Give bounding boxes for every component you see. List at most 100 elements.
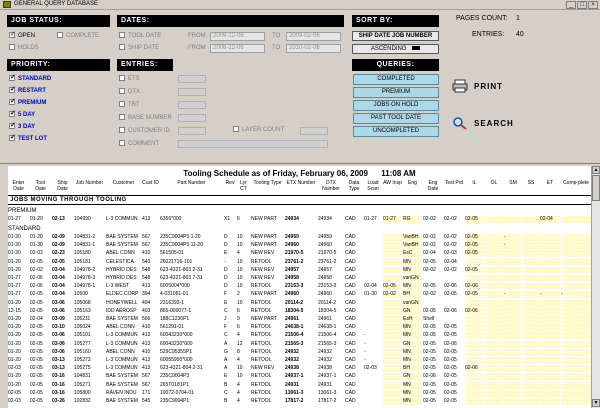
base-number-input[interactable] <box>178 114 206 122</box>
entry-dtx-checkbox[interactable]: DTX <box>119 88 140 97</box>
query-uncompleted-button[interactable]: UNCOMPLETED <box>353 126 439 137</box>
table-cell: 23761-2 <box>318 258 337 265</box>
tool-date-to-label: TO <box>272 33 281 39</box>
table-row[interactable]: 01-20 02-03 02-23 105180 ABEL CONN 410 561505-… <box>8 250 591 258</box>
table-cell <box>504 389 522 397</box>
table-cell: MN <box>403 283 422 291</box>
table-cell: 02-05 <box>423 307 436 314</box>
table-cell: 02-05 <box>30 291 43 298</box>
table-row[interactable]: 01-20 02-05 03-06 105277 L-3 COMMUN 413 600432… <box>8 340 591 348</box>
table-row[interactable]: 01-27 02-05 03-04 10500 ELDEC CORP 394 4-03106… <box>8 291 591 299</box>
table-cell: G <box>224 348 228 355</box>
minimize-button[interactable]: _ <box>566 1 576 9</box>
sort-field-button[interactable]: SHIP DATE JOB NUMBER <box>352 31 439 41</box>
print-button[interactable]: PRINT <box>452 79 512 95</box>
scroll-down-icon[interactable]: ▼ <box>592 399 600 407</box>
table-cell: 60043230*000 <box>160 340 193 347</box>
table-cell: 02-05 <box>444 398 457 404</box>
query-jobs-on-hold-button[interactable]: JOBS ON HOLD <box>353 100 439 111</box>
priority-testlot-checkbox[interactable]: TEST LOT <box>9 133 47 144</box>
entry-ets-checkbox[interactable]: ETS <box>119 75 140 84</box>
table-row[interactable]: 01-20 02-05 02-05 105181 CELESTICA 543 2602171… <box>8 258 591 266</box>
table-cell: C <box>224 332 228 339</box>
table-cell: 104990 <box>74 216 91 222</box>
table-row[interactable]: 02-05 02-05 03-16 105800 RAVEN INDU 171 10072-… <box>8 389 591 397</box>
scroll-up-icon[interactable]: ▲ <box>592 166 600 174</box>
trt-input[interactable] <box>178 101 206 109</box>
job-status-open-checkbox[interactable]: OPEN <box>9 30 35 41</box>
query-completed-button[interactable]: COMPLETED <box>353 74 439 85</box>
table-row[interactable]: 01-20 02-04 03-09 105211 BAE SYSTEM 566 188C12… <box>8 316 591 323</box>
comment-input[interactable] <box>178 140 328 148</box>
tool-date-checkbox[interactable]: TOOL DATE <box>119 32 161 41</box>
scroll-thumb[interactable] <box>592 175 600 201</box>
table-cell: 02-02 <box>30 266 43 273</box>
table-cell: 03-16 <box>52 381 65 388</box>
entry-base-number-checkbox[interactable]: BASE NUMBER <box>119 114 172 123</box>
maximize-button[interactable]: □ <box>577 1 587 9</box>
table-cell: 02-05 <box>30 258 43 265</box>
close-button[interactable]: × <box>588 1 598 9</box>
table-row[interactable]: 02-03 02-05 03-26 102832 BAE SYSTEM 545 235C90… <box>8 398 591 405</box>
table-row[interactable]: 01-20 02-05 03-16 104831 BAE SYSTEM 567 235C90… <box>8 373 591 381</box>
priority-restart-checkbox[interactable]: RESTART <box>9 85 46 96</box>
dtx-input[interactable] <box>178 88 206 96</box>
table-row[interactable]: 01-20 01-30 02-09 104831-1 BAE SYSTEM 567 235C… <box>8 242 591 250</box>
priority-5day-checkbox[interactable]: 5 DAY <box>9 109 35 120</box>
entry-trt-checkbox[interactable]: TRT <box>119 101 140 110</box>
table-row[interactable]: 01-20 02-02 03-04 104978-2 HYBRID DES 548 623-… <box>8 266 591 274</box>
table-row[interactable]: 01-20 02-05 03-06 105160 ABEL CONN 410 529C953… <box>8 348 591 356</box>
job-status-complete-checkbox[interactable]: COMPLETE <box>57 32 99 41</box>
table-cell <box>523 234 539 241</box>
table-cell <box>383 389 402 397</box>
app-icon <box>3 1 11 8</box>
entry-comment-checkbox[interactable]: COMMENT <box>119 140 159 149</box>
table-row[interactable]: 01-20 02-05 03-13 105272 L-3 COMMUN 413 600559… <box>8 357 591 364</box>
table-cell <box>523 332 539 340</box>
table-row[interactable]: 02-03 02-05 03-13 105275 L-3 COMMUN 413 623-43… <box>8 365 591 373</box>
priority-premium-checkbox[interactable]: PREMIUM <box>9 97 46 108</box>
table-cell <box>561 250 591 258</box>
table-row[interactable]: 01-20 02-05 03-10 105024 ABEL CONN 410 561291-… <box>8 324 591 332</box>
table-cell: 02-05 <box>8 389 21 396</box>
query-past-tool-date-button[interactable]: PAST TOOL DATE <box>353 113 439 124</box>
entry-customer-id-checkbox[interactable]: CUSTOMER ID <box>119 127 170 136</box>
table-cell: 623-4321-803 2-31 <box>160 266 203 273</box>
table-cell: 545 <box>142 398 151 404</box>
ship-date-checkbox[interactable]: SHIP DATE <box>119 44 159 53</box>
sort-order-button[interactable]: ASCENDING <box>352 44 439 54</box>
search-button[interactable]: SEARCH <box>452 116 513 132</box>
table-cell: 105068 <box>74 299 91 306</box>
ets-input[interactable] <box>178 75 206 83</box>
table-cell: 567 <box>142 373 151 380</box>
priority-3day-checkbox[interactable]: 3 DAY <box>9 121 35 132</box>
report-scrollbar[interactable]: ▲ ▼ <box>591 166 600 408</box>
table-cell <box>504 348 522 356</box>
column-header: SS <box>527 180 535 186</box>
table-cell <box>485 332 503 340</box>
table-row[interactable]: 01-27 01-29 02-13 104990 L-3 COMMUN 413 6356*0… <box>8 216 591 223</box>
table-cell: 02-05 <box>444 365 457 372</box>
customer-id-input[interactable] <box>178 127 206 135</box>
table-row[interactable]: 01-20 02-05 03-16 105271 BAE SYSTEM 567 265T01… <box>8 381 591 389</box>
table-row[interactable]: 12-15 02-05 03-06 105163 IDD AEROSP 403 865-00… <box>8 307 591 315</box>
ship-date-from-input[interactable]: 2008-12-06 <box>210 44 265 53</box>
ship-date-to-input[interactable]: 2010-02-06 <box>286 44 341 53</box>
table-row[interactable]: 01-20 01-20 02-09 104831-2 BAE SYSTEM 567 235C… <box>8 234 591 241</box>
query-premium-button[interactable]: PREMIUM <box>353 87 439 98</box>
layer-count-input[interactable] <box>300 127 328 135</box>
priority-standard-checkbox[interactable]: STANDARD <box>9 73 51 84</box>
job-status-holds-checkbox[interactable]: HOLDS <box>9 44 39 53</box>
table-row[interactable]: 01-20 02-05 03-06 105068 HONEYWELL 404 2316393… <box>8 299 591 307</box>
table-cell: 404 <box>142 299 151 306</box>
table-row[interactable]: 01-20 02-05 03-06 105101 L-3 COMMUN 413 600432… <box>8 332 591 340</box>
table-cell: 01-27 <box>8 216 21 222</box>
table-row[interactable]: 01-27 02-06 03-04 104978-3 HYBRID DES 548 623-… <box>8 275 591 282</box>
table-row[interactable]: 01-27 02-06 03-04 104978-1 L-3 WEST 413 600500… <box>8 283 591 291</box>
table-cell: 105277 <box>74 340 91 347</box>
tool-date-to-input[interactable]: 2009-02-06 <box>286 32 341 41</box>
tool-date-from-input[interactable]: 2009-12-06 <box>210 32 265 41</box>
table-cell <box>504 299 522 307</box>
layer-count-checkbox[interactable]: LAYER COUNT <box>233 126 284 135</box>
table-cell <box>485 266 503 274</box>
